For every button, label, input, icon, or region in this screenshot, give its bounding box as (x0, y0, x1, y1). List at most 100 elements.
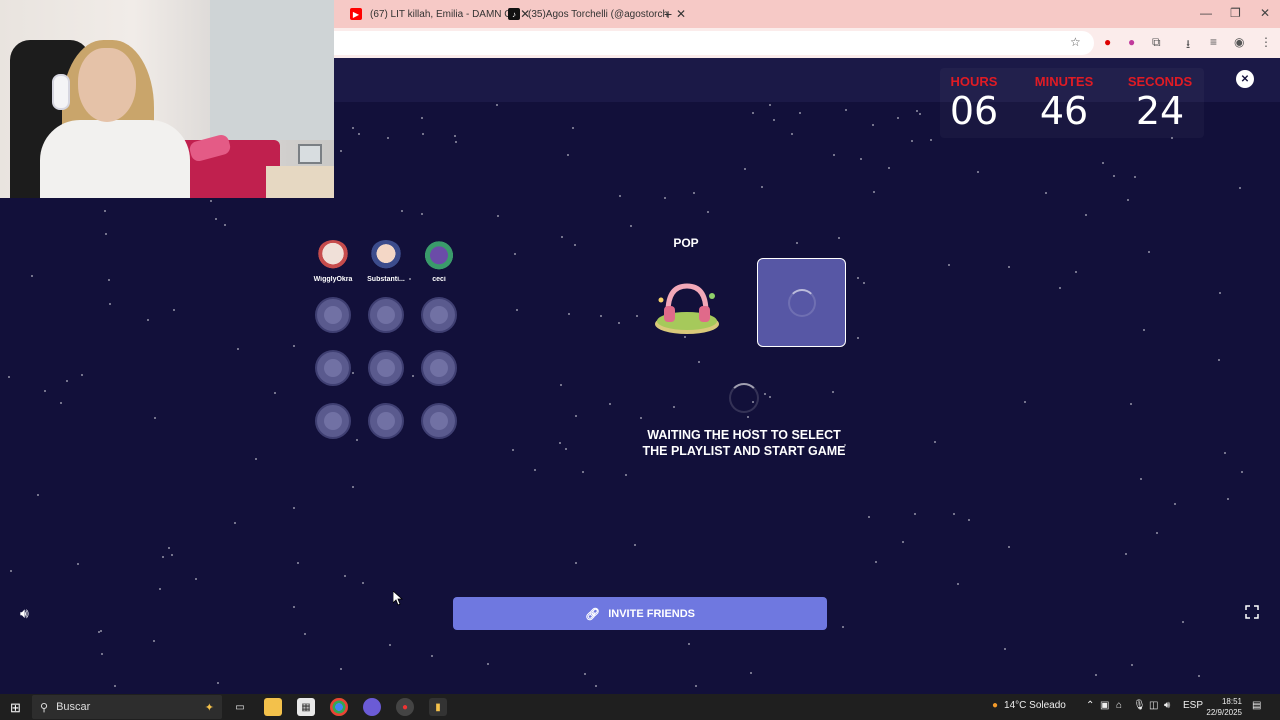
star (37, 494, 39, 496)
minimize-icon[interactable]: — (1200, 6, 1212, 20)
star (796, 242, 798, 244)
close-icon[interactable]: ✕ (1236, 70, 1254, 88)
volume-icon[interactable]: 🔊︎ (1164, 700, 1170, 711)
network-icon[interactable]: ⌂ (1116, 700, 1122, 711)
star (600, 315, 602, 317)
star (888, 167, 890, 169)
star (217, 682, 219, 684)
star (747, 416, 749, 418)
star (791, 133, 793, 135)
headset-icon (52, 74, 70, 110)
close-window-icon[interactable]: ✕ (1260, 6, 1270, 20)
new-tab-button[interactable]: + (664, 4, 672, 24)
download-icon[interactable]: ⭳ (1186, 35, 1190, 56)
star (916, 110, 918, 112)
store-icon[interactable]: ▦ (297, 698, 315, 716)
fullscreen-icon[interactable] (1245, 605, 1259, 619)
star (948, 264, 950, 266)
taskbar-clock[interactable]: 18:51 22/9/2025 (1200, 696, 1242, 718)
webcam-wall (210, 0, 334, 140)
empty-player-slot (315, 297, 351, 333)
obs-icon[interactable]: ● (396, 698, 414, 716)
app-icon[interactable]: ▮ (429, 698, 447, 716)
star (1218, 359, 1220, 361)
discord-icon[interactable] (363, 698, 381, 716)
tab-tiktok[interactable]: ♪ (35)Agos Torchelli (@agostorch ✕ (508, 4, 686, 24)
star (857, 277, 859, 279)
file-explorer-icon[interactable] (264, 698, 282, 716)
star (340, 668, 342, 670)
star (431, 655, 433, 657)
star (153, 640, 155, 642)
player-name: WigglyOkra (313, 276, 353, 283)
star (293, 507, 295, 509)
webcam-overlay (0, 0, 334, 198)
menu-kebab-icon[interactable]: ⋮ (1260, 35, 1272, 49)
star (210, 200, 212, 202)
taskbar-search[interactable]: ⚲ Buscar ✦ (32, 695, 222, 719)
star (1134, 176, 1136, 178)
extension-shield-icon[interactable]: ● (1128, 35, 1135, 49)
link-icon: 🔗︎ (584, 606, 601, 621)
star (1224, 452, 1226, 454)
windows-start-icon[interactable]: ⊞ (10, 700, 21, 716)
star (619, 195, 621, 197)
star (575, 562, 577, 564)
player-slot: WigglyOkra (309, 240, 357, 283)
tray-icon[interactable]: ▣ (1100, 700, 1109, 711)
bookmark-star-icon[interactable]: ☆ (1070, 35, 1081, 49)
invite-friends-button[interactable]: 🔗︎ INVITE FRIENDS (453, 597, 827, 630)
player-avatar (316, 240, 350, 274)
star (154, 417, 156, 419)
close-tab-icon[interactable]: ✕ (676, 7, 686, 21)
extensions-puzzle-icon[interactable]: ⧉ (1152, 35, 1161, 50)
microphone-icon[interactable]: 🎙︎ (1133, 700, 1146, 711)
star (845, 109, 847, 111)
star (640, 417, 642, 419)
media-control-icon[interactable]: ≡ (1210, 35, 1217, 49)
tab-youtube[interactable]: ▶ (67) LIT killah, Emilia - DAMN G ✕ (350, 4, 530, 24)
playlist-select-box[interactable] (757, 258, 846, 347)
star (572, 127, 574, 129)
wifi-icon[interactable]: ◫ (1149, 700, 1158, 711)
tiktok-icon: ♪ (508, 8, 520, 20)
star (799, 112, 801, 114)
star (422, 133, 424, 135)
star (98, 631, 100, 633)
star (356, 439, 358, 441)
webcam-monitor (298, 144, 322, 164)
star (902, 541, 904, 543)
countdown-timer: HOURS 06 MINUTES 46 SECONDS 24 (940, 68, 1204, 138)
address-bar[interactable] (334, 31, 1094, 55)
speaker-icon[interactable]: 🔊︎ (20, 605, 29, 622)
star (352, 127, 354, 129)
star (412, 375, 414, 377)
star (707, 211, 709, 213)
star (561, 236, 563, 238)
star (636, 315, 638, 317)
star (159, 588, 161, 590)
notification-icon[interactable]: ▤ (1252, 700, 1261, 711)
star (567, 154, 569, 156)
playlist-genre-title: POP (673, 236, 699, 250)
star (304, 633, 306, 635)
star (957, 583, 959, 585)
star (769, 104, 771, 106)
clock-date: 22/9/2025 (1206, 708, 1242, 717)
loading-spinner-icon (729, 383, 759, 413)
star (1113, 175, 1115, 177)
profile-avatar-icon[interactable]: ◉ (1234, 35, 1244, 49)
star (673, 406, 675, 408)
weather-widget[interactable]: ● 14°C Soleado (992, 700, 1066, 711)
task-view-icon[interactable]: ▭ (231, 698, 249, 716)
chrome-icon[interactable] (330, 698, 348, 716)
star (224, 224, 226, 226)
empty-player-slot (315, 350, 351, 386)
tab-title: (67) LIT killah, Emilia - DAMN G (370, 8, 513, 20)
star (868, 516, 870, 518)
empty-player-slot (421, 350, 457, 386)
star (833, 154, 835, 156)
chevron-up-icon[interactable]: ⌃ (1086, 700, 1094, 711)
extension-opera-icon[interactable]: ● (1104, 35, 1111, 49)
restore-icon[interactable]: ❐ (1230, 6, 1241, 20)
